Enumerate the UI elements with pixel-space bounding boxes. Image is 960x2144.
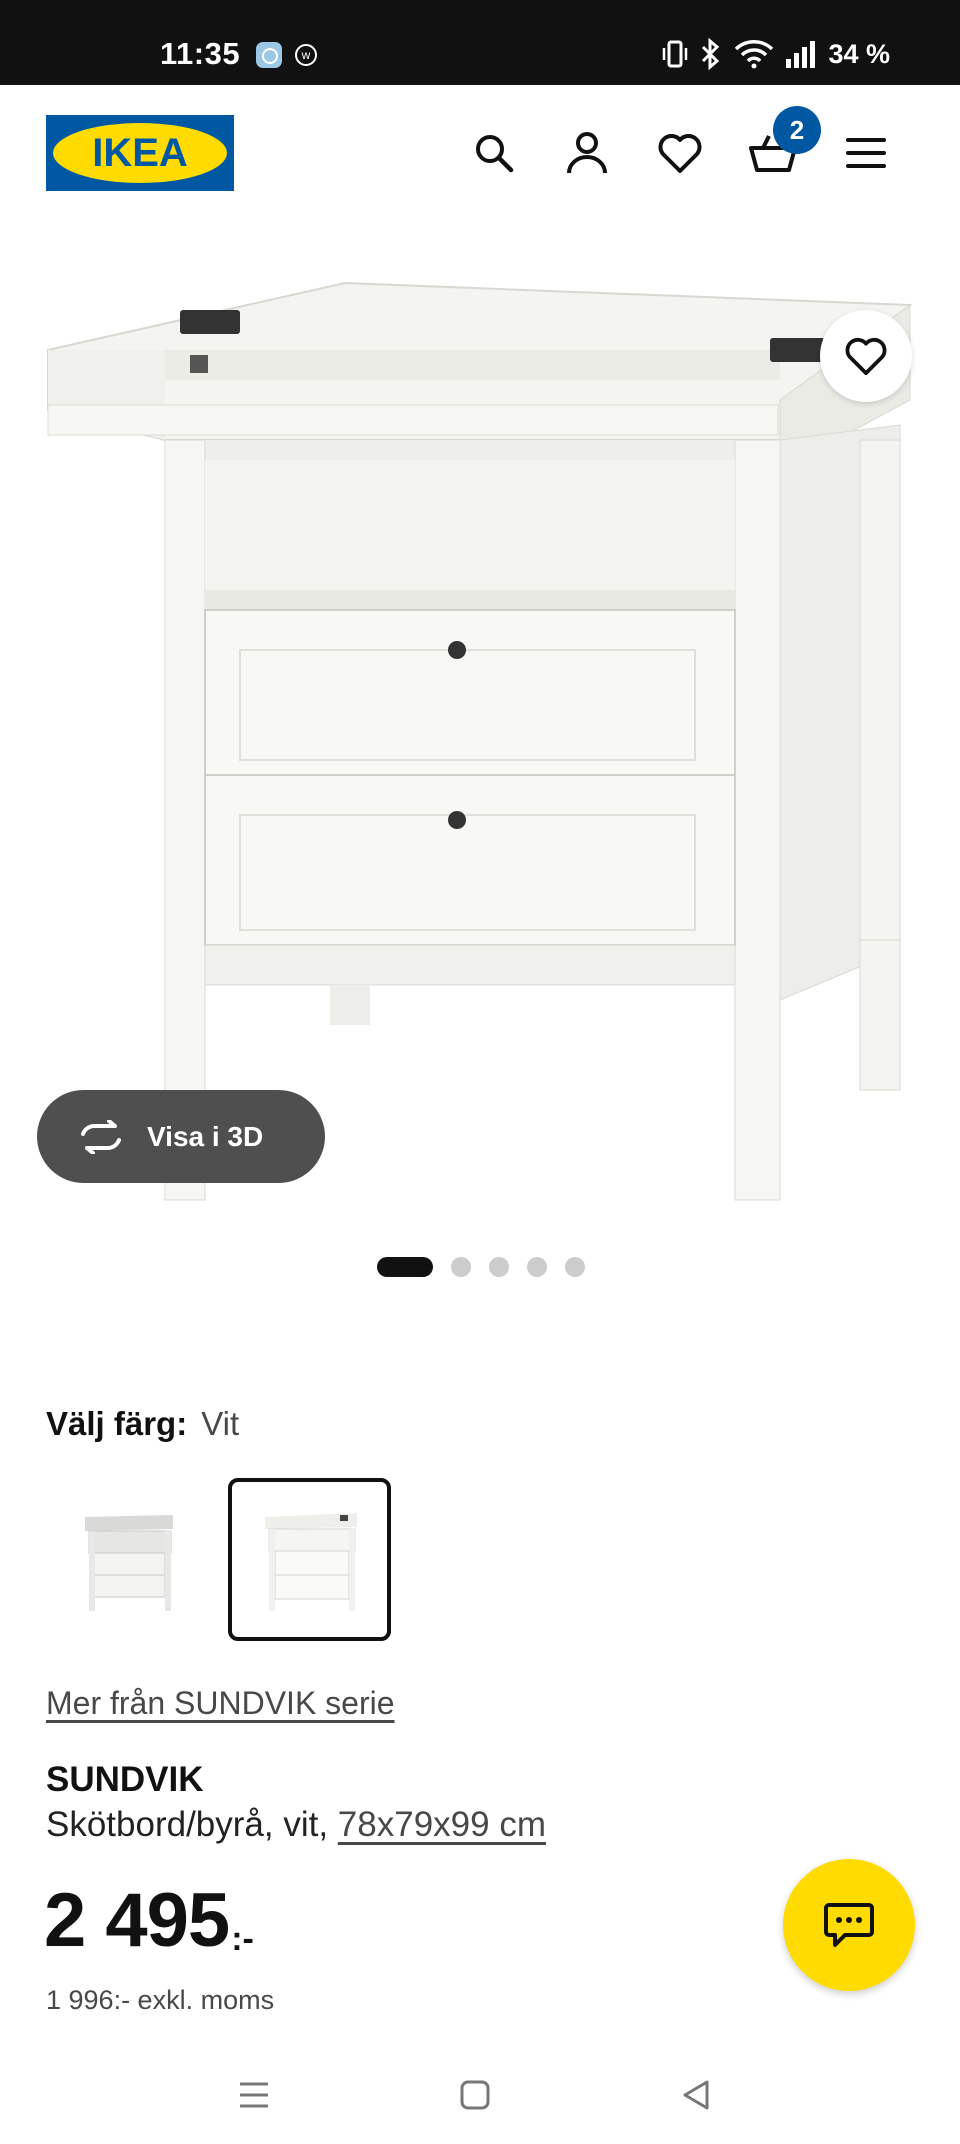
color-label-title: Välj färg: <box>46 1405 188 1442</box>
heart-icon <box>845 337 887 376</box>
product-type: Skötbord/byrå, vit, <box>46 1805 338 1844</box>
signal-icon <box>786 41 816 68</box>
back-button[interactable] <box>666 2070 726 2120</box>
gallery-dot[interactable] <box>565 1257 585 1277</box>
wifi-icon <box>735 40 774 69</box>
price-suffix: :- <box>231 1920 254 1958</box>
notification-w-icon: w <box>295 44 317 66</box>
basket-count-badge: 2 <box>773 106 821 154</box>
color-swatch-grey-white[interactable] <box>46 1478 209 1641</box>
color-swatch-white[interactable] <box>228 1478 391 1641</box>
chat-icon <box>824 1903 874 1947</box>
gallery-pagination <box>377 1257 585 1277</box>
product-description: Skötbord/byrå, vit, 78x79x99 cm <box>46 1805 546 1845</box>
vibrate-icon <box>663 40 688 68</box>
menu-icon[interactable] <box>838 125 894 181</box>
notification-app-icon <box>256 42 282 68</box>
color-selector-label: Välj färg: Vit <box>46 1405 239 1443</box>
home-icon <box>460 2080 490 2110</box>
gallery-dot[interactable] <box>527 1257 547 1277</box>
account-icon[interactable] <box>559 125 615 181</box>
view-in-3d-button[interactable]: Visa i 3D <box>37 1090 325 1183</box>
back-icon <box>683 2080 709 2110</box>
product-price: 2 495:- <box>44 1883 254 1959</box>
system-nav-bar <box>0 2050 960 2144</box>
status-time: 11:35 <box>160 36 241 71</box>
battery-level: 34 % <box>828 38 890 69</box>
search-icon[interactable] <box>466 125 522 181</box>
view-in-3d-label: Visa i 3D <box>147 1120 264 1152</box>
gallery-dot[interactable] <box>451 1257 471 1277</box>
recent-apps-button[interactable] <box>224 2070 284 2120</box>
product-dimensions-link[interactable]: 78x79x99 cm <box>338 1805 546 1844</box>
series-link[interactable]: Mer från SUNDVIK serie <box>46 1685 395 1722</box>
heart-icon[interactable] <box>652 125 708 181</box>
color-value: Vit <box>201 1405 240 1442</box>
status-bar: 11:35 w 34 % <box>0 0 960 85</box>
home-button[interactable] <box>445 2070 505 2120</box>
gallery-dot[interactable] <box>489 1257 509 1277</box>
site-header: IKEA 2 <box>0 85 960 220</box>
bluetooth-icon <box>702 38 720 70</box>
price-excl-vat: 1 996:- exkl. moms <box>46 1985 275 2015</box>
rotate-3d-icon <box>81 1119 121 1154</box>
ikea-logo[interactable]: IKEA <box>46 115 234 191</box>
product-name: SUNDVIK <box>46 1760 204 1799</box>
price-value: 2 495 <box>44 1878 230 1963</box>
logo-text: IKEA <box>92 130 188 175</box>
product-image[interactable] <box>0 230 960 1230</box>
add-to-favourites-button[interactable] <box>820 310 912 402</box>
status-icons: 34 % <box>662 36 890 72</box>
recents-icon <box>240 2082 268 2108</box>
chat-button[interactable] <box>783 1859 915 1991</box>
gallery-dot[interactable] <box>377 1257 433 1277</box>
